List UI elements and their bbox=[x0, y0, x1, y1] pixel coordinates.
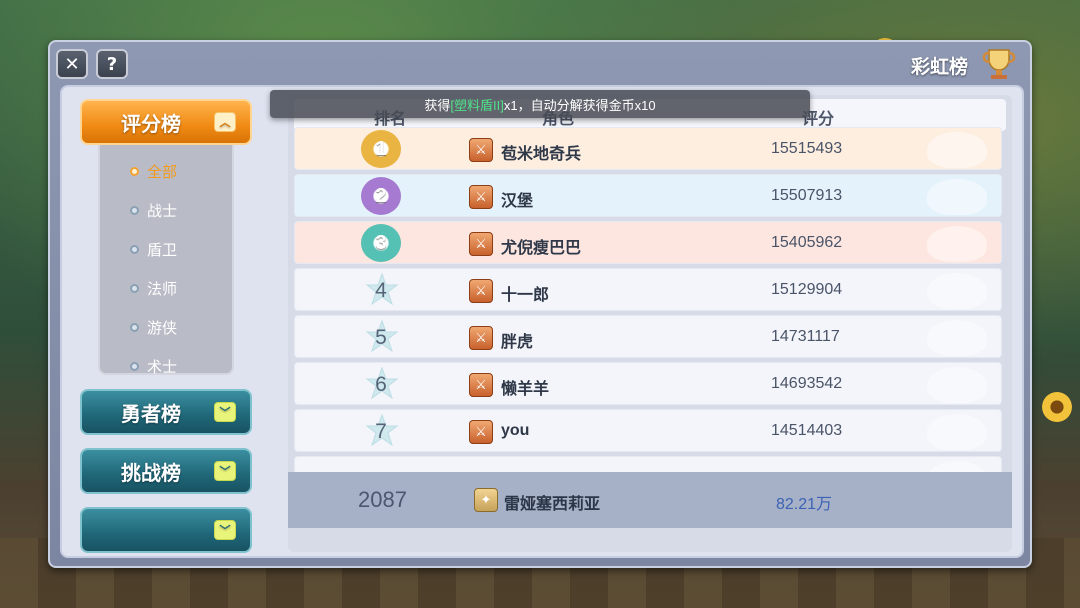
radio-dot-icon bbox=[130, 167, 139, 176]
sub-item-guardian[interactable]: 盾卫 bbox=[130, 239, 177, 260]
class-icon: ⚔ bbox=[469, 420, 493, 444]
content-panel: 全部 战士 盾卫 法师 游侠 术士 评分榜 ︿ 勇者榜 ﹀ 挑战榜 ﹀ ﹀ 排名… bbox=[60, 85, 1024, 558]
row-decoration bbox=[927, 179, 987, 215]
chevron-down-icon: ﹀ bbox=[214, 461, 236, 481]
radio-dot-icon bbox=[130, 323, 139, 332]
row-decoration bbox=[927, 414, 987, 450]
table-row[interactable]: 2 ⚔ 汉堡 15507913 bbox=[294, 174, 1002, 217]
row-decoration bbox=[927, 273, 987, 309]
class-icon: ⚔ bbox=[469, 279, 493, 303]
row-decoration bbox=[927, 367, 987, 403]
table-row[interactable]: 7 ⚔ you 14514403 bbox=[294, 409, 1002, 452]
table-row[interactable]: 1 ⚔ 苞米地奇兵 15515493 bbox=[294, 127, 1002, 170]
help-icon: ? bbox=[106, 53, 118, 75]
player-name: 懒羊羊 bbox=[501, 381, 550, 398]
chevron-up-icon: ︿ bbox=[214, 112, 236, 132]
class-icon: ⚔ bbox=[469, 326, 493, 350]
sub-category-panel: 全部 战士 盾卫 法师 游侠 术士 bbox=[98, 143, 234, 377]
category-challenge-ranking[interactable]: 挑战榜 ﹀ bbox=[80, 448, 252, 494]
my-score: 82.21万 bbox=[776, 496, 833, 513]
player-score: 14514403 bbox=[771, 422, 843, 439]
sub-item-warrior[interactable]: 战士 bbox=[130, 200, 177, 221]
radio-dot-icon bbox=[130, 362, 139, 371]
rank-number: 4 bbox=[375, 279, 387, 302]
player-score: 15129904 bbox=[771, 281, 843, 298]
class-icon: ⚔ bbox=[469, 185, 493, 209]
player-score: 15515493 bbox=[771, 140, 843, 157]
radio-dot-icon bbox=[130, 245, 139, 254]
player-name: 尤倪瘦巴巴 bbox=[501, 240, 582, 257]
reward-toast: 获得 [塑料盾II] x1，自动分解获得金币x10 bbox=[270, 90, 810, 118]
radio-dot-icon bbox=[130, 206, 139, 215]
ranking-table[interactable]: 排名 角色 评分 1 ⚔ 苞米地奇兵 15515493 2 ⚔ 汉堡 15507913 3 ⚔ 尤倪… bbox=[288, 95, 1012, 552]
category-next-ranking[interactable]: ﹀ bbox=[80, 507, 252, 553]
leaderboard-window: ✕ ? 彩虹榜 全部 战士 盾卫 法师 游侠 术士 评分榜 ︿ 勇者榜 ﹀ 挑战… bbox=[48, 40, 1032, 568]
class-icon: ⚔ bbox=[469, 373, 493, 397]
rank-medal-icon: 3 bbox=[361, 224, 401, 262]
sub-item-ranger[interactable]: 游侠 bbox=[130, 317, 177, 338]
player-score: 14731117 bbox=[771, 328, 840, 345]
toast-item: [塑料盾II] bbox=[450, 97, 504, 113]
player-name: 汉堡 bbox=[501, 193, 534, 210]
class-icon: ⚔ bbox=[469, 232, 493, 256]
trophy-icon bbox=[982, 49, 1016, 79]
window-title: 彩虹榜 bbox=[910, 57, 968, 78]
radio-dot-icon bbox=[130, 284, 139, 293]
row-decoration bbox=[927, 320, 987, 356]
chevron-down-icon: ﹀ bbox=[214, 402, 236, 422]
player-score: 14693542 bbox=[771, 375, 843, 392]
player-score: 15405962 bbox=[771, 234, 843, 251]
sub-item-all[interactable]: 全部 bbox=[130, 161, 177, 182]
category-sidebar: 全部 战士 盾卫 法师 游侠 术士 评分榜 ︿ 勇者榜 ﹀ 挑战榜 ﹀ ﹀ bbox=[80, 99, 268, 554]
sub-item-mage[interactable]: 法师 bbox=[130, 278, 177, 299]
close-button[interactable]: ✕ bbox=[56, 49, 88, 79]
sub-item-warlock[interactable]: 术士 bbox=[130, 356, 177, 377]
background-flower bbox=[1042, 392, 1072, 422]
rank-number: 5 bbox=[375, 326, 387, 349]
table-row[interactable]: 3 ⚔ 尤倪瘦巴巴 15405962 bbox=[294, 221, 1002, 264]
player-name: 苞米地奇兵 bbox=[501, 146, 582, 163]
close-icon: ✕ bbox=[64, 53, 80, 75]
row-decoration bbox=[927, 226, 987, 262]
category-hero-ranking[interactable]: 勇者榜 ﹀ bbox=[80, 389, 252, 435]
table-row[interactable]: 5 ⚔ 胖虎 14731117 bbox=[294, 315, 1002, 358]
help-button[interactable]: ? bbox=[96, 49, 128, 79]
class-icon: ⚔ bbox=[469, 138, 493, 162]
table-row[interactable]: 4 ⚔ 十一郎 15129904 bbox=[294, 268, 1002, 311]
rank-medal-icon: 1 bbox=[361, 130, 401, 168]
player-name: 十一郎 bbox=[501, 287, 550, 304]
my-rank-row: 2087 ✦ 雷娅塞西莉亚 82.21万 bbox=[288, 472, 1012, 528]
category-score-ranking[interactable]: 评分榜 ︿ bbox=[80, 99, 252, 145]
rank-number: 6 bbox=[375, 373, 387, 396]
rank-number: 7 bbox=[375, 420, 387, 443]
player-name: 胖虎 bbox=[501, 334, 534, 351]
my-class-icon: ✦ bbox=[474, 488, 498, 512]
chevron-down-icon: ﹀ bbox=[214, 520, 236, 540]
player-name: you bbox=[501, 422, 530, 439]
row-decoration bbox=[927, 132, 987, 168]
rank-medal-icon: 2 bbox=[361, 177, 401, 215]
my-rank: 2087 bbox=[358, 487, 407, 512]
player-score: 15507913 bbox=[771, 187, 843, 204]
table-row[interactable]: 6 ⚔ 懒羊羊 14693542 bbox=[294, 362, 1002, 405]
my-name: 雷娅塞西莉亚 bbox=[504, 496, 601, 513]
